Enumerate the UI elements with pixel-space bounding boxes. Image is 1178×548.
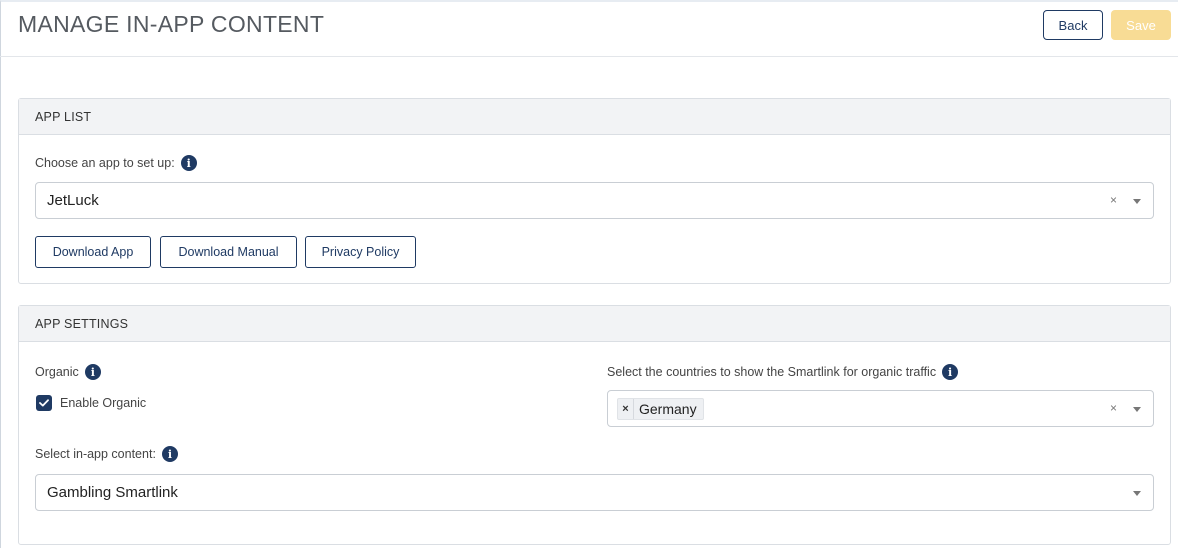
info-icon[interactable]: i [161,446,178,462]
countries-label-row: Select the countries to show the Smartli… [607,364,959,380]
chevron-down-icon[interactable] [1133,407,1141,412]
countries-label: Select the countries to show the Smartli… [607,365,937,379]
page-header: MANAGE IN-APP CONTENT Back Save [0,0,1178,57]
checkmark-icon [39,399,49,407]
clear-selection-icon[interactable]: × [1110,193,1117,207]
content-select-value: Gambling Smartlink [47,484,178,501]
app-settings-panel: APP SETTINGS Organic i Enable Organic Se… [18,305,1171,545]
page-title: MANAGE IN-APP CONTENT [18,11,325,37]
content-label-row: Select in-app content: i [35,446,178,462]
download-manual-button[interactable]: Download Manual [160,236,297,268]
country-tag: × Germany [617,398,704,420]
choose-app-label: Choose an app to set up: [35,156,175,170]
privacy-policy-button[interactable]: Privacy Policy [305,236,416,268]
organic-label: Organic [35,365,79,379]
save-button[interactable]: Save [1111,10,1171,40]
app-select[interactable]: JetLuck × [35,182,1154,219]
organic-label-row: Organic i [35,364,101,380]
enable-organic-label: Enable Organic [60,396,147,410]
content-select[interactable]: Gambling Smartlink [35,474,1154,511]
app-settings-heading: APP SETTINGS [19,306,1170,342]
chevron-down-icon[interactable] [1133,491,1141,496]
countries-select[interactable]: × Germany × [607,390,1154,427]
app-list-panel: APP LIST Choose an app to set up: i JetL… [18,98,1171,284]
app-select-value: JetLuck [47,192,99,209]
app-list-heading: APP LIST [19,99,1170,135]
remove-tag-icon[interactable]: × [618,399,634,419]
info-icon[interactable]: i [84,364,101,380]
clear-selection-icon[interactable]: × [1110,401,1117,415]
info-icon[interactable]: i [180,155,197,171]
content-label: Select in-app content: [35,447,156,461]
enable-organic-checkbox[interactable] [36,395,52,411]
chevron-down-icon[interactable] [1133,199,1141,204]
back-button[interactable]: Back [1043,10,1103,40]
download-app-button[interactable]: Download App [35,236,151,268]
info-icon[interactable]: i [942,364,959,380]
country-tag-label: Germany [639,401,697,417]
choose-app-label-row: Choose an app to set up: i [35,155,197,171]
